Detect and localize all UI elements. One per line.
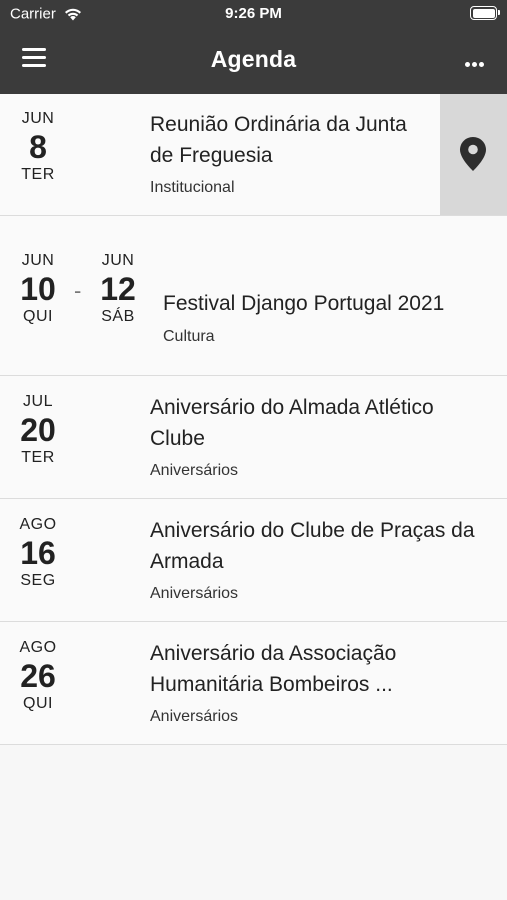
event-item[interactable]: AGO 16 SEG Aniversário do Clube de Praça… bbox=[0, 499, 507, 622]
event-date: JUL 20 TER bbox=[8, 393, 68, 467]
event-category: Institucional bbox=[150, 179, 235, 196]
event-month: JUN bbox=[101, 252, 135, 269]
date-range-separator: - bbox=[74, 278, 82, 303]
event-day: 20 bbox=[20, 412, 56, 448]
event-day: 26 bbox=[20, 658, 56, 694]
event-title: Festival Django Portugal 2021 bbox=[163, 292, 445, 315]
event-item[interactable]: JUL 20 TER Aniversário do Almada Atlétic… bbox=[0, 376, 507, 499]
more-options-button[interactable] bbox=[465, 54, 489, 67]
event-month: JUN bbox=[21, 252, 55, 269]
event-date: AGO 16 SEG bbox=[8, 516, 68, 590]
status-bar: Carrier 9:26 PM bbox=[0, 0, 507, 28]
app-header: Carrier 9:26 PM Agenda bbox=[0, 0, 507, 94]
event-date: AGO 26 QUI bbox=[8, 639, 68, 713]
page-title: Agenda bbox=[210, 46, 297, 72]
event-weekday: QUI bbox=[23, 695, 53, 712]
event-end-date: JUN 12 SÁB bbox=[88, 252, 148, 326]
event-month: JUN bbox=[21, 110, 55, 127]
event-weekday: TER bbox=[21, 166, 55, 183]
event-month: JUL bbox=[23, 393, 53, 410]
event-category: Cultura bbox=[163, 328, 215, 345]
event-item[interactable]: JUN 10 QUI - JUN 12 SÁB Festival Django … bbox=[0, 216, 507, 376]
event-day: 16 bbox=[20, 535, 56, 571]
event-start-date: JUN 10 QUI bbox=[8, 252, 68, 326]
event-day: 10 bbox=[20, 271, 56, 307]
event-title: Aniversário do Almada Atlético Clube bbox=[150, 396, 434, 450]
event-category: Aniversários bbox=[150, 585, 239, 602]
map-location-button[interactable] bbox=[440, 94, 507, 215]
event-category: Aniversários bbox=[150, 708, 239, 725]
status-time: 9:26 PM bbox=[225, 5, 282, 22]
navigation-bar: Agenda bbox=[0, 28, 507, 94]
event-weekday: SÁB bbox=[101, 308, 135, 325]
event-date: JUN 8 TER bbox=[8, 110, 68, 184]
event-day: 12 bbox=[100, 271, 136, 307]
event-weekday: TER bbox=[21, 449, 55, 466]
event-month: AGO bbox=[19, 516, 57, 533]
event-category: Aniversários bbox=[150, 462, 239, 479]
event-item[interactable]: JUN 8 TER Reunião Ordinária da Junta de … bbox=[0, 94, 507, 216]
event-title: Reunião Ordinária da Junta de Freguesia bbox=[150, 113, 407, 167]
more-horizontal-icon bbox=[465, 54, 486, 71]
event-title: Aniversário do Clube de Praças da Armada bbox=[150, 519, 475, 573]
event-title: Aniversário da Associação Humanitária Bo… bbox=[150, 642, 397, 696]
battery-icon bbox=[470, 6, 500, 20]
map-pin-icon bbox=[460, 137, 486, 171]
event-item[interactable]: AGO 26 QUI Aniversário da Associação Hum… bbox=[0, 622, 507, 745]
event-day: 8 bbox=[29, 129, 47, 165]
event-month: AGO bbox=[19, 639, 57, 656]
event-weekday: QUI bbox=[23, 308, 53, 325]
event-weekday: SEG bbox=[20, 572, 56, 589]
event-list: JUN 8 TER Reunião Ordinária da Junta de … bbox=[0, 94, 507, 745]
